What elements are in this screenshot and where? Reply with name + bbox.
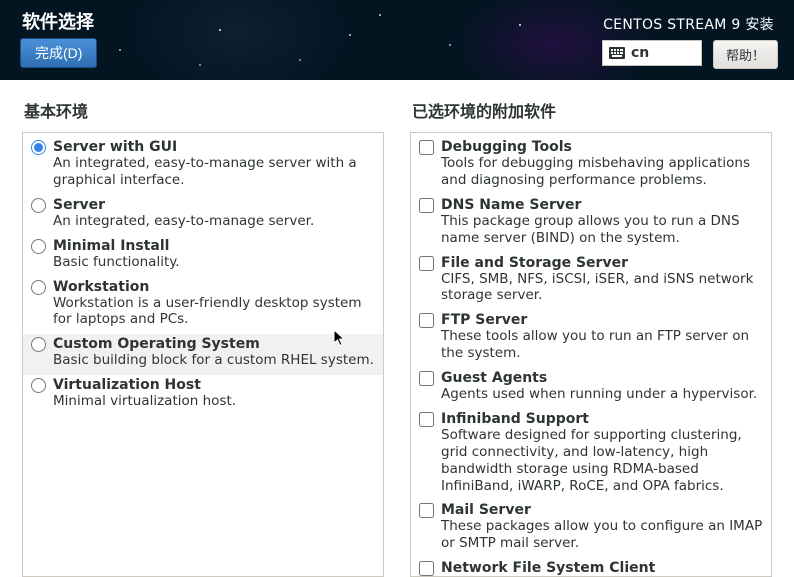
addon-name: Debugging Tools [441,139,763,155]
env-radio[interactable] [31,378,46,393]
addon-checkbox[interactable] [419,503,434,518]
keyboard-layout-label: cn [631,45,649,61]
addon-name: DNS Name Server [441,197,763,213]
env-radio[interactable] [31,337,46,352]
addon-name: Infiniband Support [441,411,763,427]
env-option[interactable]: Minimal InstallBasic functionality. [23,236,383,277]
env-name: Server [53,197,375,213]
env-radio[interactable] [31,239,46,254]
addon-checkbox[interactable] [419,198,434,213]
addon-option[interactable]: Guest AgentsAgents used when running und… [411,368,771,409]
addon-desc: This package group allows you to run a D… [441,213,763,247]
env-desc: Workstation is a user-friendly desktop s… [53,295,375,329]
addon-name: File and Storage Server [441,255,763,271]
addon-checkbox[interactable] [419,256,434,271]
env-option[interactable]: Server with GUIAn integrated, easy-to-ma… [23,137,383,195]
addon-option[interactable]: File and Storage ServerCIFS, SMB, NFS, i… [411,253,771,311]
addon-checkbox[interactable] [419,140,434,155]
env-radio[interactable] [31,198,46,213]
base-environment-list: Server with GUIAn integrated, easy-to-ma… [22,132,384,577]
addons-list: Debugging ToolsTools for debugging misbe… [410,132,772,577]
keyboard-icon [609,47,625,59]
addon-option[interactable]: Infiniband SupportSoftware designed for … [411,409,771,501]
env-desc: Basic building block for a custom RHEL s… [53,352,375,369]
addon-option[interactable]: Debugging ToolsTools for debugging misbe… [411,137,771,195]
env-option[interactable]: Custom Operating SystemBasic building bl… [23,334,383,375]
header-bar: 软件选择 完成(D) CENTOS STREAM 9 安装 cn 帮助！ [0,0,794,80]
addon-name: FTP Server [441,312,763,328]
addon-option[interactable]: Mail ServerThese packages allow you to c… [411,500,771,558]
env-name: Virtualization Host [53,377,375,393]
env-name: Custom Operating System [53,336,375,352]
env-name: Server with GUI [53,139,375,155]
env-option[interactable]: ServerAn integrated, easy-to-manage serv… [23,195,383,236]
addon-desc: CIFS, SMB, NFS, iSCSI, iSER, and iSNS ne… [441,271,763,305]
addon-desc: Tools for debugging misbehaving applicat… [441,155,763,189]
addons-heading: 已选环境的附加软件 [412,98,772,122]
help-button[interactable]: 帮助！ [713,40,778,69]
addon-desc: Agents used when running under a hypervi… [441,386,763,403]
addon-desc: These tools allow you to run an FTP serv… [441,328,763,362]
env-option[interactable]: WorkstationWorkstation is a user-friendl… [23,277,383,335]
addon-option[interactable]: FTP ServerThese tools allow you to run a… [411,310,771,368]
env-desc: Minimal virtualization host. [53,393,375,410]
env-desc: An integrated, easy-to-manage server. [53,213,375,230]
page-title: 软件选择 [22,8,94,34]
addon-option[interactable]: Network File System Client [411,558,771,577]
addon-checkbox[interactable] [419,371,434,386]
keyboard-layout-indicator[interactable]: cn [602,40,702,66]
env-desc: Basic functionality. [53,254,375,271]
addon-checkbox[interactable] [419,561,434,576]
addon-checkbox[interactable] [419,313,434,328]
addon-name: Mail Server [441,502,763,518]
env-desc: An integrated, easy-to-manage server wit… [53,155,375,189]
addon-desc: These packages allow you to configure an… [441,518,763,552]
done-button[interactable]: 完成(D) [20,38,97,68]
addon-name: Network File System Client [441,560,763,576]
env-option[interactable]: Virtualization HostMinimal virtualizatio… [23,375,383,416]
env-name: Minimal Install [53,238,375,254]
installer-title: CENTOS STREAM 9 安装 [603,14,774,34]
env-name: Workstation [53,279,375,295]
base-environment-heading: 基本环境 [24,98,384,122]
addon-option[interactable]: DNS Name ServerThis package group allows… [411,195,771,253]
addon-name: Guest Agents [441,370,763,386]
env-radio[interactable] [31,140,46,155]
env-radio[interactable] [31,280,46,295]
addon-desc: Software designed for supporting cluster… [441,427,763,495]
addon-checkbox[interactable] [419,412,434,427]
